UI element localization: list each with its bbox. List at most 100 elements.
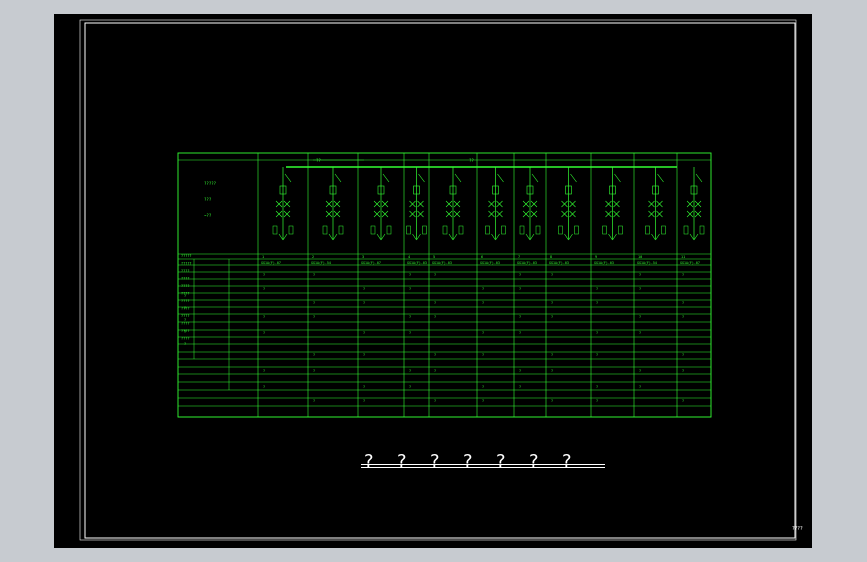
table-cell: ? — [313, 353, 315, 357]
panel-number: 6 — [481, 255, 483, 259]
busbar-label: ?? — [316, 158, 321, 163]
ground-arrow — [416, 233, 421, 241]
title-char: ? — [562, 451, 572, 472]
panel-number: 8 — [550, 255, 552, 259]
table-cell: ? — [519, 315, 521, 319]
table-cell: ? — [363, 287, 365, 291]
ct-symbol — [699, 225, 705, 235]
switch-blade — [418, 173, 425, 183]
panel-number: 1 — [262, 255, 264, 259]
row-label: ????? — [181, 254, 192, 258]
ground-arrow — [412, 233, 417, 241]
table-cell: ? — [551, 369, 553, 373]
table-cell: ? — [363, 385, 365, 389]
panel-number: 4 — [408, 255, 410, 259]
ct-symbol — [602, 225, 607, 235]
ground-arrow — [278, 233, 284, 241]
ct-symbol — [645, 225, 650, 235]
panel-number: 9 — [595, 255, 597, 259]
switch-blade — [570, 173, 577, 183]
ct-symbol — [661, 225, 666, 235]
table-cell: ? — [482, 399, 484, 403]
left-panel-text: ????? — [204, 181, 217, 186]
table-cell: ? — [363, 331, 365, 335]
switch-blade — [497, 173, 504, 183]
table-cell: ? — [682, 353, 684, 357]
table-cell: ? — [519, 369, 521, 373]
table-cell: ? — [482, 353, 484, 357]
switch-blade — [531, 173, 539, 183]
table-cell: ? — [434, 399, 436, 403]
ct-symbol — [322, 225, 328, 235]
ground-arrow — [693, 233, 699, 241]
table-cell: ? — [409, 315, 411, 319]
table-cell: ? — [409, 273, 411, 277]
table-cell: ? — [639, 287, 641, 291]
ct-symbol — [442, 225, 448, 235]
switch-blade — [454, 173, 462, 183]
switch-blade — [695, 173, 703, 183]
ct-symbol — [386, 225, 392, 235]
table-cell: ? — [434, 273, 436, 277]
title-char: ? — [364, 451, 374, 472]
side-mark: ? — [184, 306, 186, 310]
ground-arrow — [525, 233, 531, 241]
switch-blade — [614, 173, 621, 183]
ct-symbol — [618, 225, 623, 235]
ct-symbol — [422, 225, 427, 235]
table-cell: ? — [313, 301, 315, 305]
panel-type: GG1A(F)-07 — [361, 261, 381, 265]
table-cell: ? — [596, 399, 598, 403]
panel-number: 10 — [638, 255, 642, 259]
table-cell: ? — [551, 273, 553, 277]
ground-arrow — [376, 233, 382, 241]
table-cell: ? — [409, 331, 411, 335]
side-mark: ? — [184, 294, 186, 298]
ground-arrow — [491, 233, 496, 241]
row-label: ???? — [181, 322, 189, 326]
ct-symbol — [338, 225, 344, 235]
side-mark: ? — [184, 330, 186, 334]
table-cell: ? — [639, 369, 641, 373]
row-label: ???? — [181, 299, 189, 303]
schematic-group: ????????~???????????????????????????????… — [177, 152, 712, 418]
panel-type: GG1A(F)-07 — [680, 261, 700, 265]
ground-arrow — [689, 233, 695, 241]
left-panel-text: ??? — [204, 197, 212, 202]
switch-blade — [334, 173, 342, 183]
ground-arrow — [564, 233, 569, 241]
table-cell: ? — [596, 353, 598, 357]
table-cell: ? — [551, 315, 553, 319]
table-cell: ? — [519, 331, 521, 335]
table-cell: ? — [482, 301, 484, 305]
table-cell: ? — [434, 301, 436, 305]
title-char: ? — [463, 451, 473, 472]
ground-arrow — [529, 233, 535, 241]
panel-number: 5 — [433, 255, 435, 259]
title-char: ? — [430, 451, 440, 472]
title-char: ? — [529, 451, 539, 472]
ground-arrow — [651, 233, 656, 241]
table-cell: ? — [434, 315, 436, 319]
table-cell: ? — [639, 273, 641, 277]
table-cell: ? — [596, 331, 598, 335]
ct-symbol — [485, 225, 490, 235]
panel-number: 7 — [518, 255, 520, 259]
title-char: ? — [397, 451, 407, 472]
side-mark: ? — [184, 318, 186, 322]
table-cell: ? — [596, 287, 598, 291]
ground-arrow — [452, 233, 458, 241]
table-cell: ? — [482, 385, 484, 389]
ct-symbol — [272, 225, 278, 235]
panel-type: GG1A(F)-03 — [480, 261, 500, 265]
left-panel-text: ~?? — [204, 213, 212, 218]
table-cell: ? — [682, 315, 684, 319]
table-cell: ? — [263, 385, 265, 389]
ct-symbol — [501, 225, 506, 235]
table-cell: ? — [482, 331, 484, 335]
table-cell: ? — [263, 331, 265, 335]
table-cell: ? — [682, 273, 684, 277]
ct-symbol — [535, 225, 541, 235]
ground-arrow — [495, 233, 500, 241]
table-cell: ? — [596, 385, 598, 389]
